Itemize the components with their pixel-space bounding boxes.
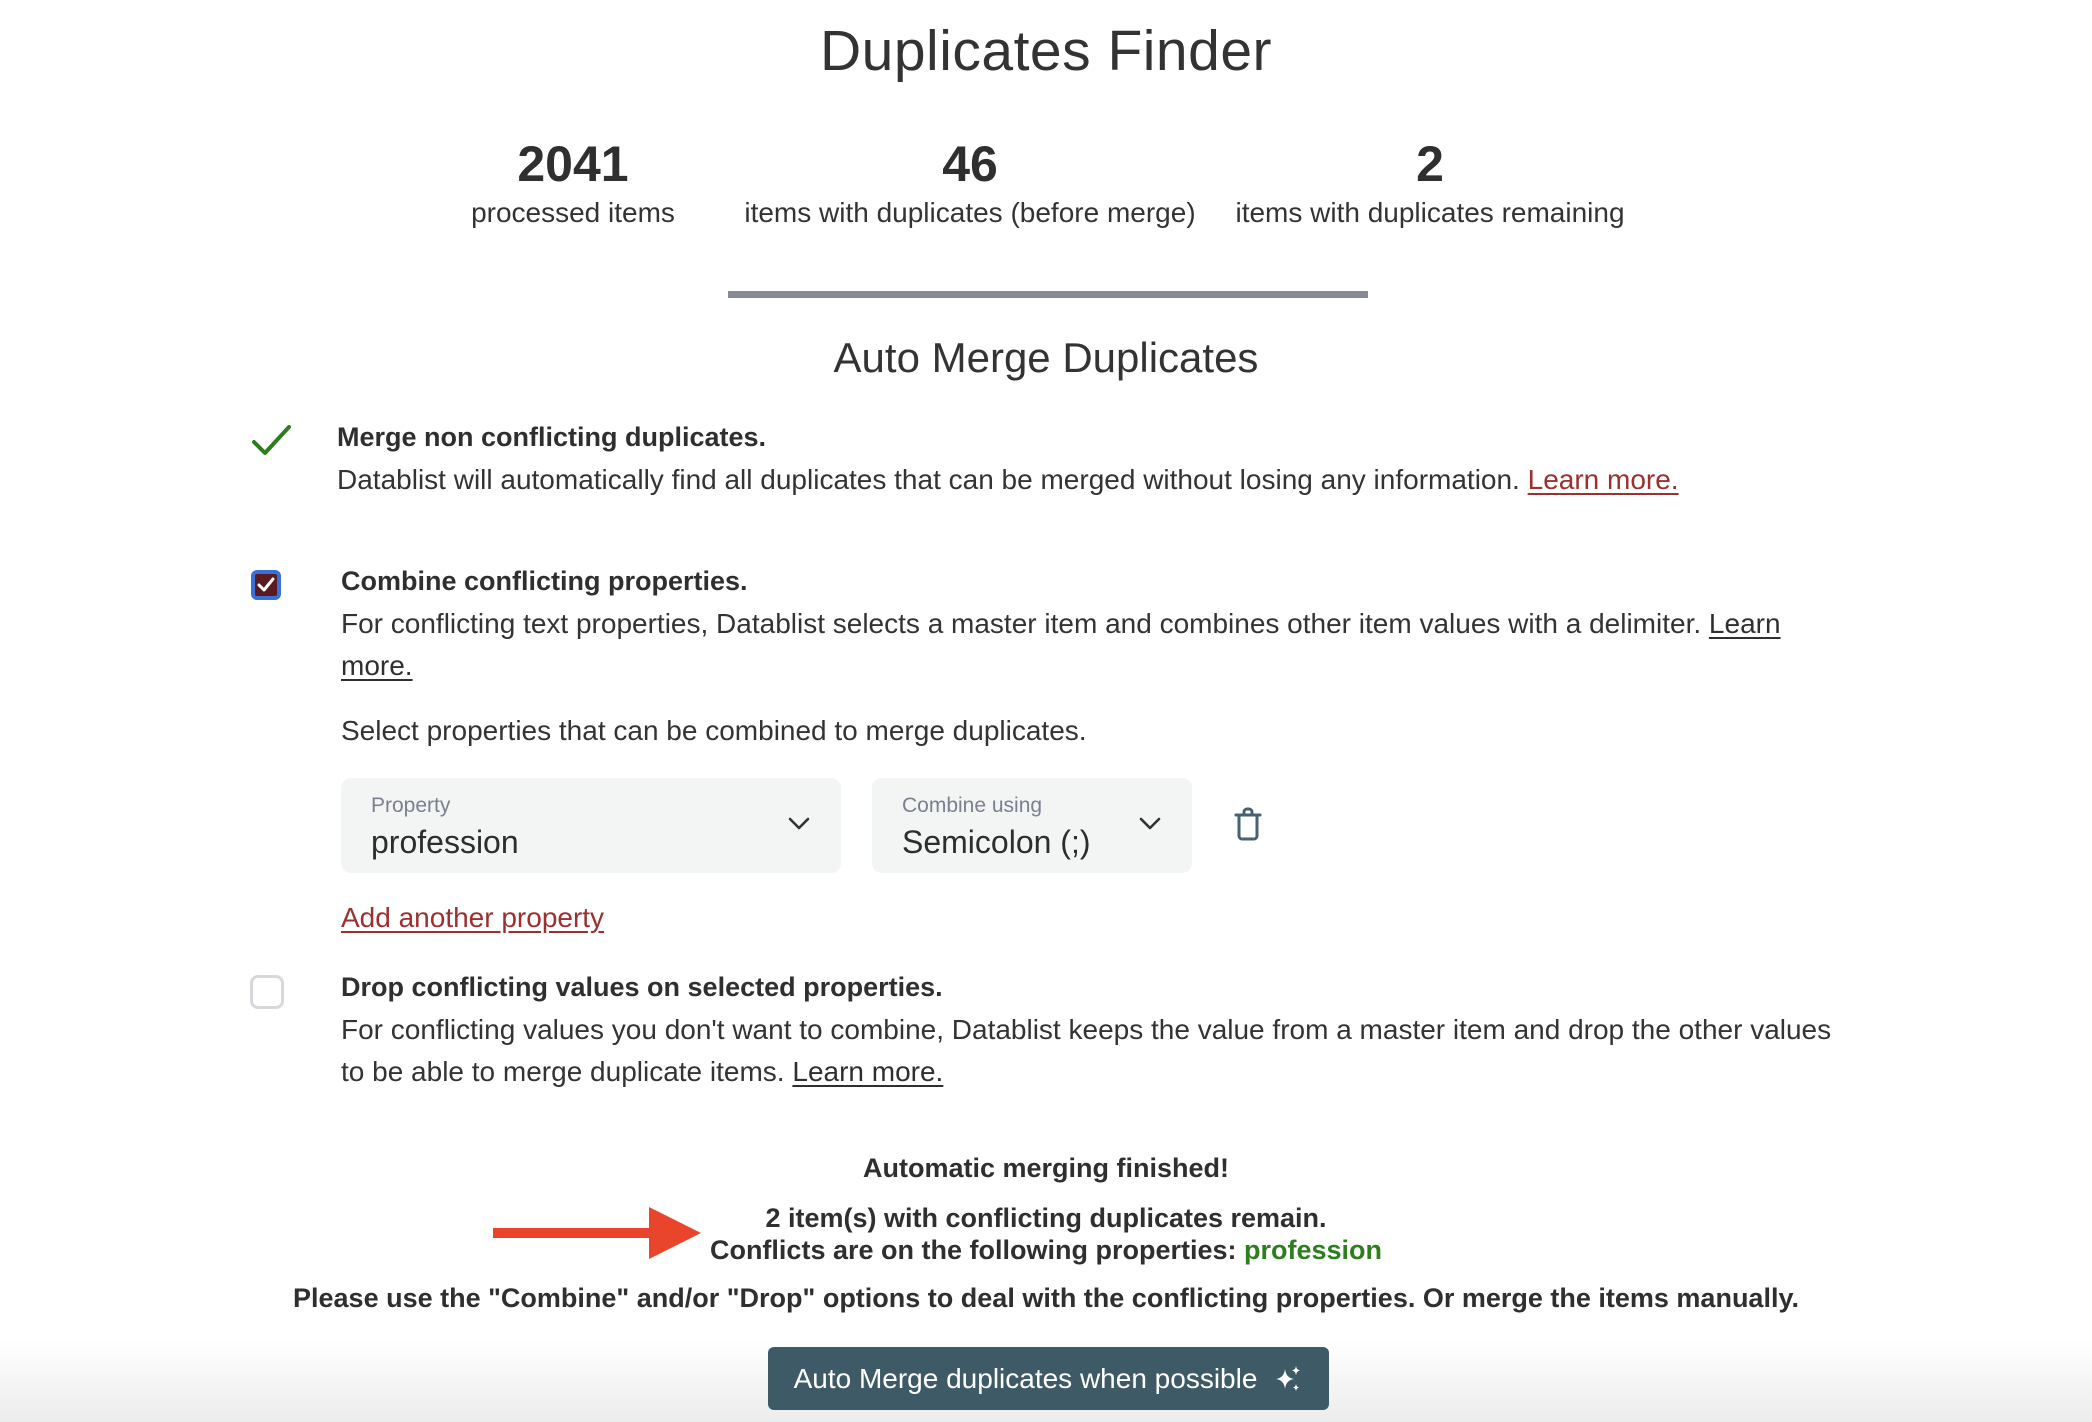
description-text: For conflicting text properties, Databli… (341, 608, 1702, 639)
chevron-down-icon (788, 817, 810, 830)
add-another-property-link[interactable]: Add another property (341, 902, 604, 934)
trash-icon (1234, 807, 1262, 841)
stat-value: 46 (942, 136, 998, 192)
combine-conflicting-title: Combine conflicting properties. (341, 566, 748, 596)
delete-property-button[interactable] (1232, 806, 1264, 842)
description-text: Datablist will automatically find all du… (337, 464, 1520, 495)
combine-conflicting-checkbox[interactable] (251, 570, 281, 600)
drop-conflicting-title: Drop conflicting values on selected prop… (341, 972, 943, 1002)
combine-conflicting-description: For conflicting text properties, Databli… (341, 603, 1801, 687)
select-properties-hint: Select properties that can be combined t… (341, 715, 1087, 746)
chevron-down-icon (1139, 817, 1161, 830)
conflict-properties-message: Conflicts are on the following propertie… (0, 1235, 2092, 1266)
drop-conflicting-checkbox[interactable] (250, 975, 284, 1009)
property-select-label: Property (371, 794, 451, 817)
property-select-value: profession (371, 824, 519, 860)
merge-non-conflicting-description: Datablist will automatically find all du… (337, 459, 1837, 501)
conflicts-remaining-message: 2 item(s) with conflicting duplicates re… (765, 1203, 1327, 1233)
merge-finished-message: Automatic merging finished! (862, 1153, 1230, 1183)
conflicts-prefix: Conflicts are on the following propertie… (709, 1235, 1237, 1265)
conflict-property-name: profession (1244, 1235, 1383, 1265)
stat-value: 2 (1416, 136, 1444, 192)
stat-label: items with duplicates (before merge) (744, 197, 1196, 228)
stat-label: processed items (471, 197, 675, 228)
checkmark-icon (257, 577, 275, 592)
description-text: For conflicting values you don't want to… (341, 1014, 1832, 1087)
property-select[interactable]: Property profession (341, 778, 841, 873)
learn-more-link[interactable]: Learn more. (792, 1056, 943, 1087)
sparkles-icon (1276, 1365, 1301, 1391)
stat-items-with-duplicates: 46 items with duplicates (before merge) (730, 134, 1210, 230)
instruction-message: Please use the "Combine" and/or "Drop" o… (293, 1283, 1799, 1313)
merge-non-conflicting-title: Merge non conflicting duplicates. (337, 422, 767, 452)
combine-using-select[interactable]: Combine using Semicolon (;) (872, 778, 1192, 873)
learn-more-link[interactable]: Learn more. (1528, 464, 1679, 495)
stat-label: items with duplicates remaining (1235, 197, 1625, 228)
stat-processed-items: 2041 processed items (448, 134, 698, 230)
stat-duplicates-remaining: 2 items with duplicates remaining (1220, 134, 1640, 230)
auto-merge-button[interactable]: Auto Merge duplicates when possible (768, 1347, 1329, 1410)
page-title: Duplicates Finder (819, 19, 1273, 83)
auto-merge-button-label: Auto Merge duplicates when possible (793, 1362, 1258, 1394)
combine-using-label: Combine using (902, 794, 1043, 817)
stat-value: 2041 (517, 136, 629, 192)
combine-using-value: Semicolon (;) (902, 824, 1091, 860)
section-title: Auto Merge Duplicates (833, 334, 1259, 381)
drop-conflicting-description: For conflicting values you don't want to… (341, 1009, 1841, 1093)
section-divider (728, 291, 1368, 298)
check-icon (250, 420, 294, 460)
